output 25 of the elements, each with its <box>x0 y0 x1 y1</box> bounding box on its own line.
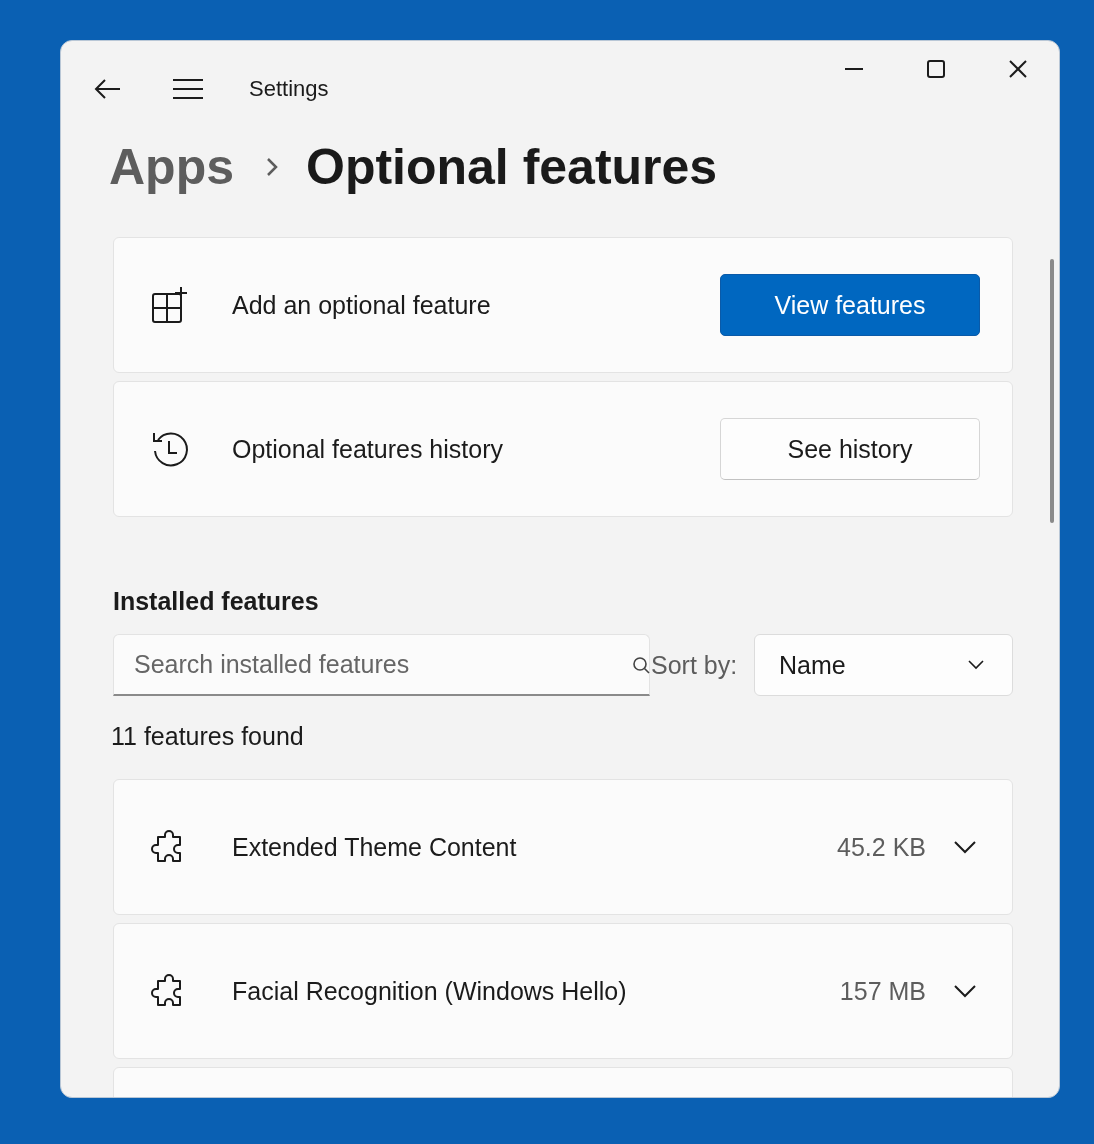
page-title: Optional features <box>306 138 718 196</box>
scrollbar[interactable] <box>1050 259 1054 523</box>
feature-size: 157 MB <box>839 976 926 1006</box>
view-features-button[interactable]: View features <box>720 274 980 336</box>
caret-icon <box>968 660 984 670</box>
search-field[interactable]: Search installed features <box>113 634 650 696</box>
feature-name: Facial Recognition (Windows Hello) <box>232 976 628 1006</box>
feature-row[interactable]: Facial Recognition (Windows Hello) 157 MB <box>113 923 1013 1059</box>
add-apps-icon <box>150 285 190 325</box>
setting-label: Optional features history <box>232 434 504 464</box>
chevron-down-icon[interactable] <box>954 840 976 854</box>
history-icon <box>150 429 190 469</box>
chevron-icon <box>266 157 278 177</box>
sort-label: Sort by: <box>651 650 738 680</box>
see-history-button[interactable]: See history <box>720 418 980 480</box>
sort-dropdown[interactable]: Name <box>754 634 1013 696</box>
setting-label: Add an optional feature <box>232 290 492 320</box>
feature-size: 45.2 KB <box>837 832 926 862</box>
feature-name: Extended Theme Content <box>232 832 518 862</box>
window-title: Settings <box>249 76 329 102</box>
chevron-down-icon[interactable] <box>954 984 976 998</box>
feature-row[interactable]: Extended Theme Content 45.2 KB <box>113 779 1013 915</box>
result-count: 11 features found <box>111 722 305 751</box>
section-heading: Installed features <box>113 587 320 616</box>
breadcrumb-link[interactable]: Apps <box>109 138 234 196</box>
